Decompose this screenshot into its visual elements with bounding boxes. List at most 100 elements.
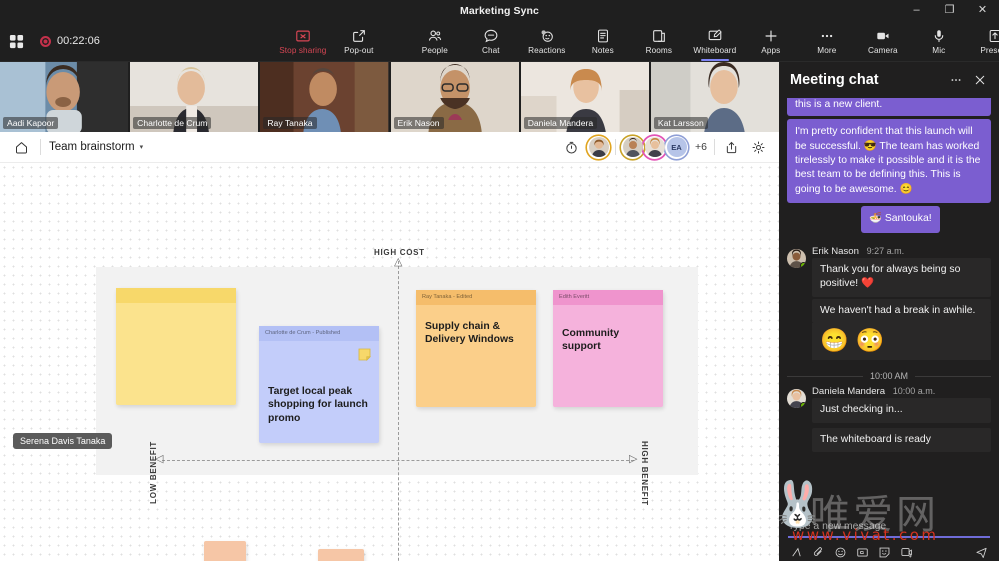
divider (714, 139, 715, 155)
tool-label: Apps (761, 45, 781, 55)
divider (615, 139, 617, 155)
chat-message-text: We haven't had a break in awhile. (812, 298, 991, 324)
grid-view-icon[interactable] (9, 28, 24, 54)
timer-icon[interactable] (560, 136, 582, 158)
more-button[interactable]: More (799, 21, 855, 62)
notes-button[interactable]: Notes (575, 21, 631, 62)
window-title-bar: Marketing Sync – ❐ ✕ (0, 0, 999, 21)
whiteboard-panel: Team brainstorm ▾ EA +6 △ ◁ ▷ HIGH COST … (0, 132, 779, 561)
tool-label: Chat (481, 45, 500, 55)
chat-timestamp: 9:27 a.m. (866, 245, 905, 256)
tool-label: Mic (932, 45, 946, 55)
sticky-note[interactable] (116, 288, 236, 405)
format-icon[interactable] (788, 544, 805, 561)
chat-input[interactable]: Type a new message (788, 518, 990, 532)
chat-sender-name: Daniela Mandera (812, 386, 886, 398)
sticky-note[interactable]: Ray Tanaka - Edited Supply chain & Deliv… (416, 290, 536, 407)
axis-arrow-right-icon: ▷ (629, 453, 638, 465)
avatar[interactable] (587, 136, 610, 159)
more-icon[interactable] (945, 69, 967, 91)
stop-sharing-button[interactable]: Stop sharing (275, 21, 331, 62)
meeting-icon[interactable] (898, 544, 915, 561)
participant-name: Charlotte de Crum (133, 117, 212, 129)
divider (40, 139, 41, 155)
mic-button[interactable]: Mic (911, 21, 967, 62)
participant-name: Kat Larsson (653, 117, 708, 129)
axis-label-high-benefit: HIGH BENEFIT (640, 441, 649, 506)
chat-message-list[interactable]: this is a new client. I'm pretty confide… (779, 98, 999, 518)
participant-name: Aadi Kapoor (3, 117, 59, 129)
sticky-note-partial[interactable] (318, 549, 364, 561)
emoji-icon[interactable] (832, 544, 849, 561)
reactions-button[interactable]: Reactions (519, 21, 575, 62)
chat-composer: Type a new message (779, 518, 999, 561)
tool-label: Whiteboard (693, 45, 737, 55)
sticky-note[interactable]: Charlotte de Crum - Published Target loc… (259, 326, 379, 443)
send-icon[interactable] (973, 544, 990, 561)
chat-reaction-row[interactable]: 😁 😳 (812, 323, 991, 361)
maximize-button[interactable]: ❐ (933, 0, 966, 21)
camera-icon (875, 28, 891, 45)
composer-icon-row (788, 544, 990, 561)
apps-button[interactable]: Apps (743, 21, 799, 62)
participant-tile[interactable]: Erik Nason (390, 62, 519, 132)
camera-button[interactable]: Camera (855, 21, 911, 62)
close-icon[interactable] (969, 69, 991, 91)
chat-message-incoming: Daniela Mandera 10:00 a.m. Just checking… (787, 386, 991, 453)
whiteboard-header: Team brainstorm ▾ EA +6 (0, 132, 779, 163)
present-button[interactable]: Present (967, 21, 999, 62)
whiteboard-icon (707, 28, 723, 45)
people-icon (427, 28, 443, 45)
recording-timer: 00:22:06 (57, 35, 100, 47)
whiteboard-header-actions: EA +6 (560, 135, 769, 159)
share-icon[interactable] (720, 136, 742, 158)
whiteboard-title[interactable]: Team brainstorm ▾ (49, 141, 143, 153)
tool-label: More (817, 45, 837, 55)
sticky-note-text (116, 303, 236, 315)
gear-icon[interactable] (747, 136, 769, 158)
whiteboard-canvas[interactable]: △ ◁ ▷ HIGH COST LOW BENEFIT HIGH BENEFIT… (0, 163, 779, 561)
chat-message-text: Just checking in... (812, 398, 991, 423)
sticker-icon[interactable] (876, 544, 893, 561)
reaction-emoji[interactable]: 😳 (856, 329, 885, 352)
avatar-image (588, 137, 609, 157)
attach-icon[interactable] (810, 544, 827, 561)
participant-tile[interactable]: Kat Larsson (650, 62, 780, 132)
participant-tile[interactable]: Daniela Mandera (520, 62, 649, 132)
chat-timestamp: 10:00 a.m. (892, 386, 936, 397)
chevron-down-icon: ▾ (139, 144, 144, 151)
avatar[interactable] (643, 136, 666, 159)
avatar[interactable] (787, 248, 806, 268)
tool-label: Stop sharing (279, 45, 327, 55)
sticky-note-author (116, 288, 236, 303)
microphone-icon (931, 28, 947, 45)
chat-button[interactable]: Chat (463, 21, 519, 62)
presence-available-icon (800, 261, 806, 268)
rooms-icon (651, 28, 667, 45)
close-button[interactable]: ✕ (966, 0, 999, 21)
people-button[interactable]: People (407, 21, 463, 62)
participant-tile[interactable]: Ray Tanaka (260, 62, 389, 132)
overflow-participants-count[interactable]: +6 (695, 141, 707, 153)
home-icon[interactable] (10, 136, 32, 158)
participant-tile[interactable]: Aadi Kapoor (0, 62, 129, 132)
tool-label: Notes (591, 45, 614, 55)
avatar[interactable] (787, 389, 806, 409)
pop-out-button[interactable]: Pop-out (331, 21, 387, 62)
giphy-icon[interactable] (854, 544, 871, 561)
whiteboard-button[interactable]: Whiteboard (687, 21, 743, 62)
participant-tile[interactable]: Charlotte de Crum (130, 62, 259, 132)
reaction-emoji[interactable]: 😁 (820, 329, 849, 352)
avatar[interactable] (621, 136, 644, 159)
sticky-note-partial[interactable] (204, 541, 246, 561)
device-controls: Camera Mic Present Leave (855, 21, 999, 62)
rooms-button[interactable]: Rooms (631, 21, 687, 62)
tool-label: Present (980, 45, 999, 55)
sticky-note[interactable]: Edith Everitt Community support (553, 290, 663, 407)
sticky-note-author: Charlotte de Crum - Published (259, 326, 379, 341)
minimize-button[interactable]: – (900, 0, 933, 21)
whiteboard-title-text: Team brainstorm (49, 141, 135, 153)
more-icon (819, 28, 835, 45)
avatar-initials[interactable]: EA (665, 135, 689, 159)
window-controls: – ❐ ✕ (900, 0, 999, 21)
